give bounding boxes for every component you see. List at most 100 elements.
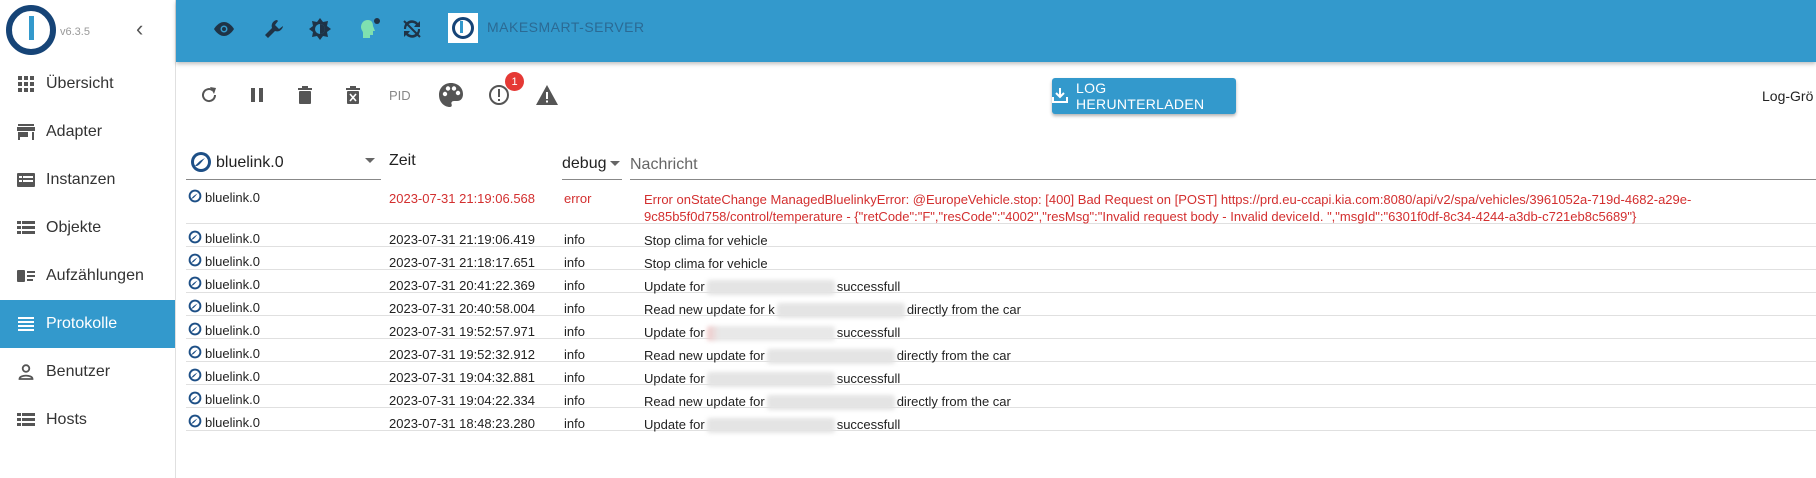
log-source: bluelink.0	[188, 368, 260, 385]
enum-icon	[16, 266, 36, 286]
log-row: bluelink.0 2023-07-31 19:52:32.912 info Rea…	[186, 339, 1816, 365]
version-label: v6.3.5	[60, 26, 90, 38]
log-time: 2023-07-31 21:19:06.419	[389, 232, 536, 247]
sidebar-item-label: Adapter	[46, 123, 103, 140]
log-row: bluelink.0 2023-07-31 21:18:17.651 info Sto…	[186, 247, 1816, 271]
theme-icon[interactable]	[306, 15, 334, 43]
log-level: info	[564, 416, 585, 431]
log-time: 2023-07-31 20:41:22.369	[389, 278, 536, 293]
log-message-suffix: directly from the car	[896, 348, 1011, 363]
eye-icon[interactable]	[210, 15, 238, 43]
store-icon	[16, 122, 36, 142]
expert-mode-icon[interactable]	[356, 15, 384, 43]
log-row: bluelink.0 2023-07-31 19:04:32.881 info Upd…	[186, 362, 1816, 388]
dropdown-arrow-icon	[365, 158, 375, 163]
sidebar-item-hosts[interactable]: Hosts	[0, 396, 175, 444]
bluelink-adapter-icon	[188, 368, 202, 385]
log-message-suffix: successfull	[836, 325, 901, 340]
log-level: info	[564, 232, 585, 247]
sidebar-item-label: Aufzählungen	[46, 267, 144, 284]
log-level: info	[564, 370, 585, 385]
time-column-header: Zeit	[389, 152, 416, 169]
log-level: info	[564, 255, 585, 270]
log-source-label: bluelink.0	[205, 300, 260, 315]
bluelink-adapter-icon	[188, 230, 202, 247]
sidebar-item-label: Hosts	[46, 411, 87, 428]
top-bar: MAKESMART-SERVER	[176, 0, 1816, 62]
bluelink-adapter-icon	[188, 299, 202, 316]
log-message-text: Stop clima for vehicle	[644, 233, 768, 248]
sidebar-item-label: Benutzer	[46, 363, 111, 380]
pause-icon[interactable]	[244, 82, 270, 108]
log-message: Update for successfull	[644, 416, 1786, 434]
sidebar-item-aufzaehlungen[interactable]: Aufzählungen	[0, 252, 175, 300]
log-toolbar: PID 1 LOG HERUNTERLADEN Log-Grö	[180, 70, 1816, 120]
log-level: info	[564, 347, 585, 362]
log-level: info	[564, 324, 585, 339]
level-filter-value: debug	[562, 155, 607, 172]
log-row: bluelink.0 2023-07-31 21:19:06.568 error Er…	[186, 183, 1816, 224]
log-row: bluelink.0 2023-07-31 19:52:57.971 info Upd…	[186, 316, 1816, 342]
bluelink-adapter-icon	[188, 391, 202, 408]
log-time: 2023-07-31 18:48:23.280	[389, 416, 536, 431]
warning-icon[interactable]	[534, 82, 560, 108]
wrench-icon[interactable]	[260, 15, 288, 43]
log-source-label: bluelink.0	[205, 346, 260, 361]
bluelink-adapter-icon	[188, 345, 202, 362]
sync-off-icon[interactable]	[398, 15, 426, 43]
level-filter-select[interactable]: debug	[562, 146, 622, 180]
log-source: bluelink.0	[188, 414, 260, 431]
list-icon	[16, 218, 36, 238]
sidebar-item-label: Protokolle	[46, 315, 118, 332]
log-row: bluelink.0 2023-07-31 19:04:22.334 info Rea…	[186, 385, 1816, 411]
log-lines-icon	[16, 314, 36, 334]
log-time: 2023-07-31 21:18:17.651	[389, 255, 536, 270]
log-source: bluelink.0	[188, 230, 260, 247]
source-filter-value: bluelink.0	[216, 153, 284, 171]
bluelink-adapter-icon	[188, 414, 202, 431]
refresh-icon[interactable]	[196, 82, 222, 108]
log-source: bluelink.0	[188, 345, 260, 362]
message-filter-input[interactable]	[630, 146, 1816, 180]
brand: v6.3.5 ‹	[0, 0, 175, 60]
sidebar-item-objekte[interactable]: Objekte	[0, 204, 175, 252]
sidebar-item-protokolle[interactable]: Protokolle	[0, 300, 175, 348]
log-source: bluelink.0	[188, 189, 260, 206]
palette-icon[interactable]	[436, 80, 466, 110]
log-source: bluelink.0	[188, 391, 260, 408]
sidebar-item-benutzer[interactable]: Benutzer	[0, 348, 175, 396]
log-source-label: bluelink.0	[205, 369, 260, 384]
delete-log-file-icon[interactable]	[340, 82, 366, 108]
collapse-sidebar-chevron-icon[interactable]: ‹	[136, 16, 143, 42]
log-source-label: bluelink.0	[205, 254, 260, 269]
bluelink-adapter-icon	[188, 189, 202, 206]
instances-icon	[16, 170, 36, 190]
source-filter-select[interactable]: bluelink.0	[186, 146, 381, 180]
user-icon	[16, 362, 36, 382]
log-message-suffix: directly from the car	[906, 302, 1021, 317]
log-message-suffix: directly from the car	[896, 394, 1011, 409]
log-rows: bluelink.0 2023-07-31 21:19:06.568 error Er…	[186, 183, 1816, 434]
log-message-prefix: Read new update for k	[644, 302, 775, 317]
log-time: 2023-07-31 19:52:57.971	[389, 324, 536, 339]
sidebar-item-label: Übersicht	[46, 75, 114, 92]
sidebar-item-adapter[interactable]: Adapter	[0, 108, 175, 156]
log-source: bluelink.0	[188, 276, 260, 293]
sidebar-item-uebersicht[interactable]: Übersicht	[0, 60, 175, 108]
log-row: bluelink.0 2023-07-31 20:40:58.004 info Rea…	[186, 293, 1816, 319]
table-header: bluelink.0 Zeit debug	[186, 143, 1816, 183]
sidebar: v6.3.5 ‹ Übersicht Adapter Instanzen Obj…	[0, 0, 176, 478]
hosts-icon	[16, 410, 36, 430]
log-time: 2023-07-31 20:40:58.004	[389, 301, 536, 316]
iobroker-logo[interactable]	[6, 5, 56, 55]
sidebar-item-label: Instanzen	[46, 171, 116, 188]
pid-toggle[interactable]: PID	[389, 88, 411, 103]
log-source: bluelink.0	[188, 322, 260, 339]
sidebar-item-instanzen[interactable]: Instanzen	[0, 156, 175, 204]
download-log-button[interactable]: LOG HERUNTERLADEN	[1052, 78, 1236, 114]
delete-icon[interactable]	[292, 82, 318, 108]
log-message-prefix: Update for	[644, 325, 705, 340]
log-message-text: Error onStateChange ManagedBluelinkyErro…	[644, 192, 1692, 224]
log-message-prefix: Update for	[644, 417, 705, 432]
download-log-label: LOG HERUNTERLADEN	[1076, 80, 1205, 112]
